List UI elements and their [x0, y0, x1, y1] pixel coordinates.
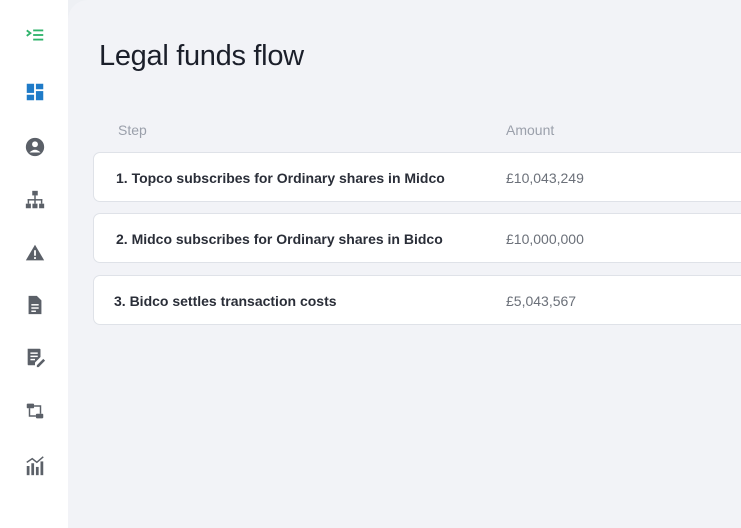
expand-menu-icon[interactable] — [22, 22, 48, 48]
document-icon[interactable] — [22, 292, 48, 318]
page-title: Legal funds flow — [99, 40, 304, 72]
sidebar — [0, 0, 68, 528]
analytics-icon[interactable] — [22, 453, 48, 479]
transfer-icon[interactable] — [22, 398, 48, 424]
column-header-amount: Amount — [506, 122, 555, 138]
user-icon[interactable] — [22, 134, 48, 160]
table-row[interactable]: 1. Topco subscribes for Ordinary shares … — [93, 152, 741, 202]
step-label: 2. Midco subscribes for Ordinary shares … — [116, 231, 443, 247]
main-content: Legal funds flow Step Amount 1. Topco su… — [68, 0, 741, 528]
table-row[interactable]: 3. Bidco settles transaction costs £5,04… — [93, 275, 741, 325]
amount-value: £10,000,000 — [506, 231, 584, 247]
column-header-step: Step — [118, 122, 147, 138]
dashboard-icon[interactable] — [22, 79, 48, 105]
step-label: 1. Topco subscribes for Ordinary shares … — [116, 170, 445, 186]
amount-value: £5,043,567 — [506, 293, 577, 309]
amount-value: £10,043,249 — [506, 170, 584, 186]
table-row[interactable]: 2. Midco subscribes for Ordinary shares … — [93, 213, 741, 263]
edit-document-icon[interactable] — [22, 344, 48, 370]
warning-icon[interactable] — [22, 240, 48, 266]
step-label: 3. Bidco settles transaction costs — [114, 293, 337, 309]
org-structure-icon[interactable] — [22, 187, 48, 213]
